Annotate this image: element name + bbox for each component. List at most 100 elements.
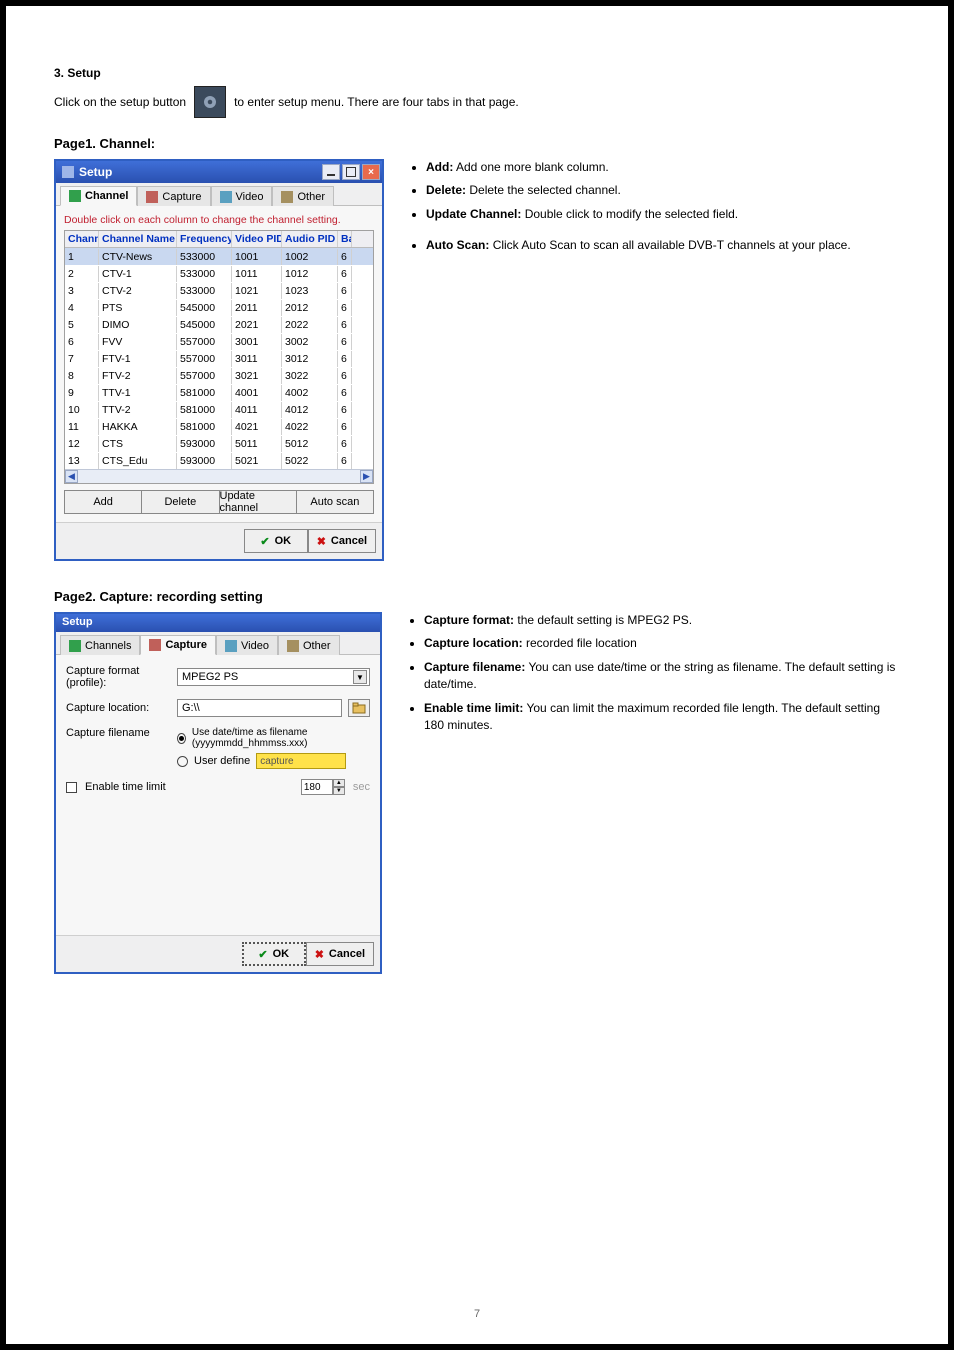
cell: 557000: [177, 368, 232, 384]
tab-other[interactable]: Other: [278, 635, 340, 655]
scroll-right-button[interactable]: ▶: [360, 470, 373, 483]
cell: 6: [338, 317, 352, 333]
cancel-button[interactable]: ✖ Cancel: [306, 942, 374, 966]
cell: 3011: [232, 351, 282, 367]
time-limit-spinner[interactable]: ▲ ▼: [301, 779, 345, 795]
horizontal-scrollbar[interactable]: ◀ ▶: [65, 469, 373, 483]
table-row[interactable]: 11HAKKA581000402140226: [65, 418, 373, 435]
delete-button[interactable]: Delete: [142, 490, 219, 514]
scroll-left-button[interactable]: ◀: [65, 470, 78, 483]
minimize-button[interactable]: [322, 164, 340, 180]
select-value: MPEG2 PS: [182, 671, 238, 683]
cell: 2011: [232, 300, 282, 316]
bullet-item: Capture format: the default setting is M…: [424, 612, 900, 629]
cell: 10: [65, 402, 99, 418]
table-row[interactable]: 9TTV-1581000400140026: [65, 384, 373, 401]
cell: 1002: [282, 249, 338, 265]
table-row[interactable]: 13CTS_Edu593000502150226: [65, 452, 373, 469]
col-ba[interactable]: Ba: [338, 231, 352, 247]
cell: 1021: [232, 283, 282, 299]
cell: 5012: [282, 436, 338, 452]
radio-user-define-label: User define: [194, 755, 250, 767]
spin-down-button[interactable]: ▼: [333, 787, 345, 795]
spin-up-button[interactable]: ▲: [333, 779, 345, 787]
cell: 533000: [177, 283, 232, 299]
auto-scan-button[interactable]: Auto scan: [297, 490, 374, 514]
cell: 4021: [232, 419, 282, 435]
time-limit-input[interactable]: [301, 779, 333, 795]
setup-window-channel: Setup × Channel Capture Video Other Doub…: [54, 159, 384, 561]
chevron-down-icon[interactable]: ▼: [353, 670, 367, 684]
cell: 1: [65, 249, 99, 265]
table-header: Channel Channel Name Frequency Video PID…: [65, 231, 373, 248]
col-frequency[interactable]: Frequency: [177, 231, 232, 247]
cell: 2: [65, 266, 99, 282]
cancel-button[interactable]: ✖Cancel: [308, 529, 376, 553]
radio-user-define[interactable]: [177, 756, 188, 767]
tab-other[interactable]: Other: [272, 186, 334, 206]
col-name[interactable]: Channel Name: [99, 231, 177, 247]
tab-capture[interactable]: Capture: [140, 635, 216, 655]
cell: FTV-1: [99, 351, 177, 367]
cancel-label: Cancel: [329, 948, 365, 960]
cell: 6: [338, 419, 352, 435]
bullet-item: Capture filename: You can use date/time …: [424, 659, 900, 694]
channel-table[interactable]: Channel Channel Name Frequency Video PID…: [64, 230, 374, 484]
add-button[interactable]: Add: [64, 490, 142, 514]
browse-button[interactable]: [348, 699, 370, 717]
x-icon: ✖: [315, 948, 324, 961]
user-define-filename-input[interactable]: capture: [256, 753, 346, 769]
tab-label: Other: [303, 640, 331, 652]
maximize-button[interactable]: [342, 164, 360, 180]
cell: 557000: [177, 334, 232, 350]
enable-time-limit-checkbox[interactable]: [66, 782, 77, 793]
close-button[interactable]: ×: [362, 164, 380, 180]
table-row[interactable]: 4PTS545000201120126: [65, 299, 373, 316]
table-row[interactable]: 3CTV-2533000102110236: [65, 282, 373, 299]
tab-video[interactable]: Video: [216, 635, 278, 655]
table-row[interactable]: 2CTV-1533000101110126: [65, 265, 373, 282]
window-title[interactable]: Setup: [56, 614, 380, 632]
setup-icon: [194, 86, 226, 118]
table-row[interactable]: 12CTS593000501150126: [65, 435, 373, 452]
cancel-label: Cancel: [331, 535, 367, 547]
table-row[interactable]: 10TTV-2581000401140126: [65, 401, 373, 418]
ok-button[interactable]: ✔OK: [242, 942, 306, 966]
cell: 6: [65, 334, 99, 350]
cell: 6: [338, 453, 352, 469]
radio-datetime[interactable]: [177, 733, 186, 744]
titlebar[interactable]: Setup ×: [56, 161, 382, 183]
col-video-pid[interactable]: Video PID: [232, 231, 282, 247]
cell: 581000: [177, 402, 232, 418]
table-row[interactable]: 1CTV-News533000100110026: [65, 248, 373, 265]
cell: 6: [338, 249, 352, 265]
bullet-item: Auto Scan: Click Auto Scan to scan all a…: [426, 237, 900, 254]
bullet-text: recorded file location: [526, 636, 637, 650]
cell: 3021: [232, 368, 282, 384]
tab-label: Channel: [85, 190, 128, 202]
table-row[interactable]: 6FVV557000300130026: [65, 333, 373, 350]
cell: 6: [338, 351, 352, 367]
tab-capture[interactable]: Capture: [137, 186, 210, 206]
tab-channels[interactable]: Channels: [60, 635, 140, 655]
cell: 5021: [232, 453, 282, 469]
table-row[interactable]: 8FTV-2557000302130226: [65, 367, 373, 384]
capture-icon: [146, 191, 158, 203]
capture-format-select[interactable]: MPEG2 PS ▼: [177, 668, 370, 686]
tab-video[interactable]: Video: [211, 186, 273, 206]
col-audio-pid[interactable]: Audio PID: [282, 231, 338, 247]
cell: CTS_Edu: [99, 453, 177, 469]
ok-button[interactable]: ✔OK: [244, 529, 308, 553]
cell: 13: [65, 453, 99, 469]
other-icon: [287, 640, 299, 652]
bullet-text: Delete the selected channel.: [469, 183, 620, 197]
cell: 5022: [282, 453, 338, 469]
update-channel-button[interactable]: Update channel: [220, 490, 297, 514]
capture-location-input[interactable]: G:\\: [177, 699, 342, 717]
bullet-item: Update Channel: Double click to modify t…: [426, 206, 900, 223]
col-channel[interactable]: Channel: [65, 231, 99, 247]
table-row[interactable]: 5DIMO545000202120226: [65, 316, 373, 333]
bullet-item: Capture location: recorded file location: [424, 635, 900, 652]
tab-channel[interactable]: Channel: [60, 186, 137, 206]
table-row[interactable]: 7FTV-1557000301130126: [65, 350, 373, 367]
